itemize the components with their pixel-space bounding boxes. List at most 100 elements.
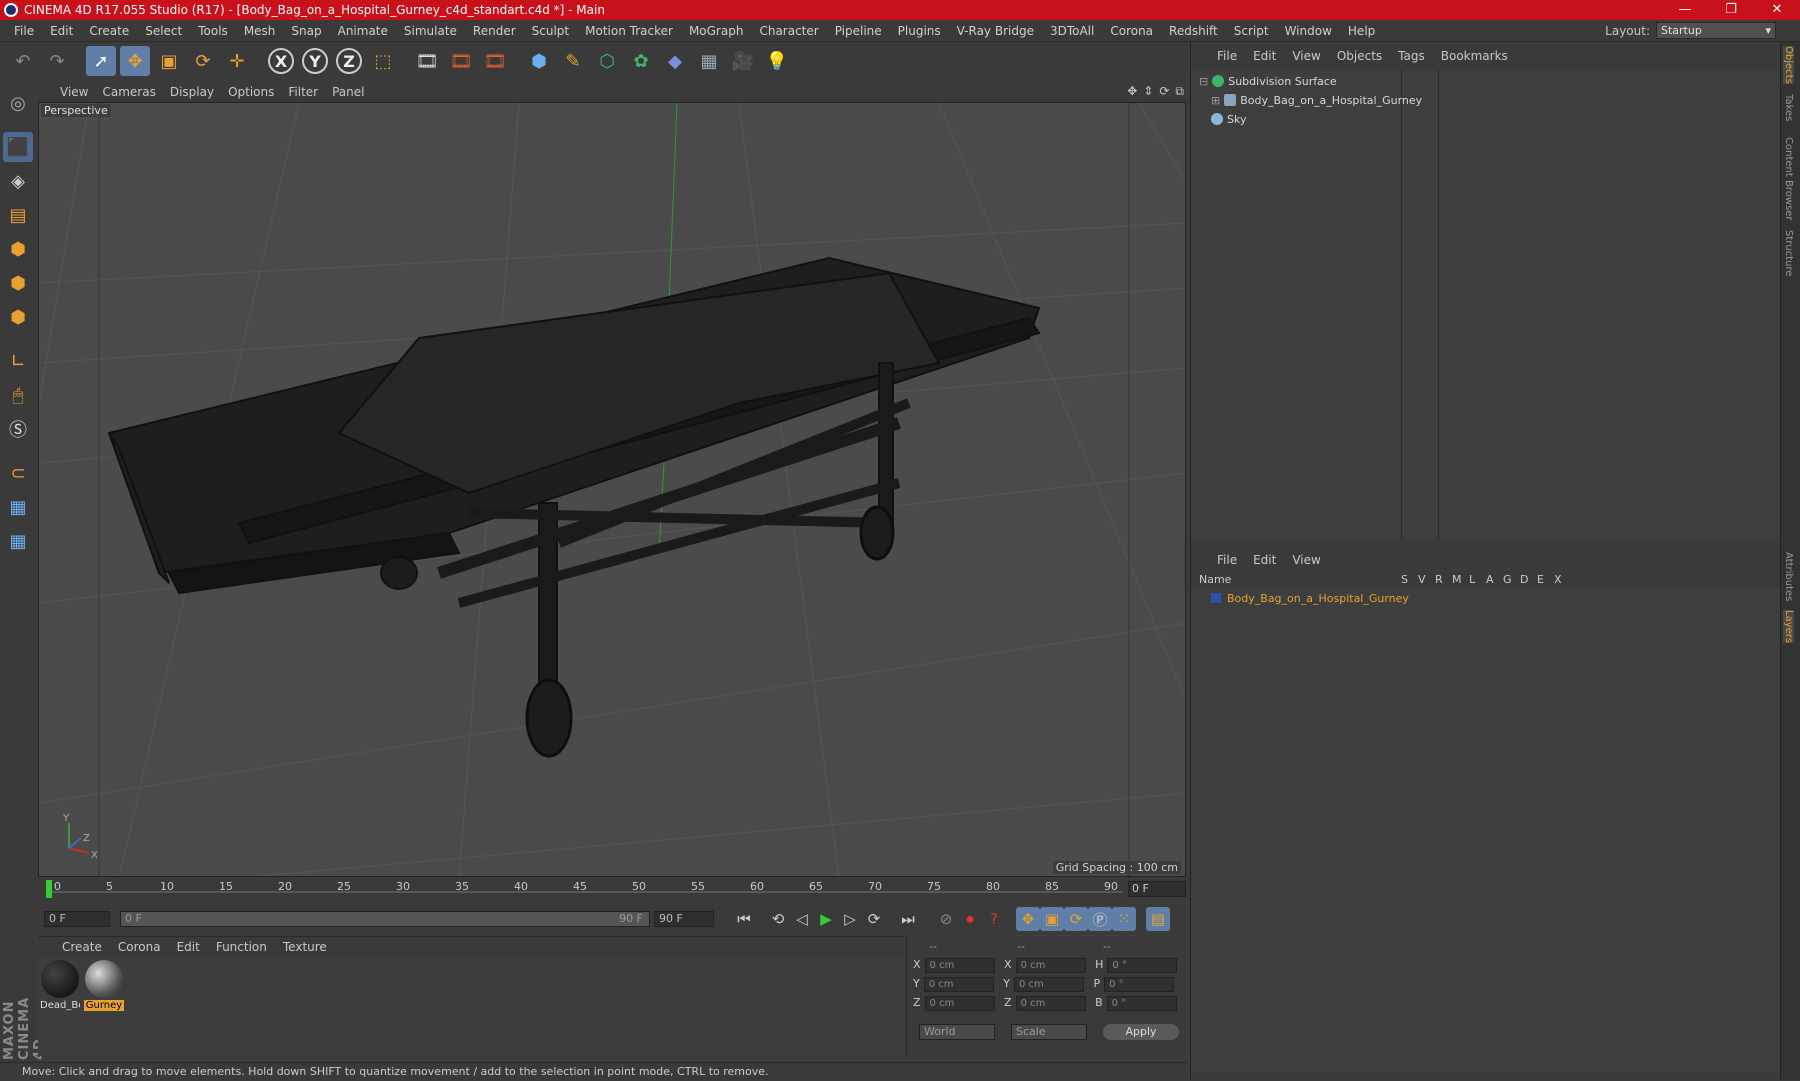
- position-y-field[interactable]: 0 cm: [923, 977, 994, 992]
- collapse-icon[interactable]: ⊟: [1199, 75, 1208, 88]
- x-axis-lock-icon[interactable]: X: [268, 48, 294, 74]
- objects-menu-bookmarks[interactable]: Bookmarks: [1441, 49, 1508, 63]
- objects-menu-edit[interactable]: Edit: [1253, 49, 1276, 63]
- tab-layers[interactable]: Layers: [1783, 610, 1794, 644]
- objects-menu-tags[interactable]: Tags: [1398, 49, 1425, 63]
- redo-icon[interactable]: ↷: [42, 46, 72, 76]
- key-rotation-icon[interactable]: ⟳: [1064, 907, 1088, 931]
- object-row[interactable]: Sky: [1211, 110, 1246, 128]
- menu-motion-tracker[interactable]: Motion Tracker: [577, 24, 681, 38]
- live-selection-icon[interactable]: ✛: [222, 46, 252, 76]
- menu-select[interactable]: Select: [137, 24, 190, 38]
- menu-character[interactable]: Character: [751, 24, 826, 38]
- position-z-field[interactable]: 0 cm: [924, 996, 995, 1011]
- record-keys-icon[interactable]: ⊘: [934, 907, 958, 931]
- start-frame-field[interactable]: 0 F: [44, 911, 110, 927]
- menu-edit[interactable]: Edit: [42, 24, 81, 38]
- polygons-mode-icon[interactable]: ⬢: [3, 302, 33, 332]
- viewport-menu-display[interactable]: Display: [170, 85, 214, 99]
- layers-menu-view[interactable]: View: [1292, 553, 1320, 567]
- timeline-playhead[interactable]: [46, 880, 52, 898]
- tweak-mode-icon[interactable]: 🖱: [3, 380, 33, 410]
- material-swatch[interactable]: Dead_Bo: [40, 960, 80, 1011]
- expand-icon[interactable]: ⊞: [1211, 94, 1220, 107]
- coordinate-system-icon[interactable]: ⬚: [368, 46, 398, 76]
- menu-mograph[interactable]: MoGraph: [681, 24, 752, 38]
- make-editable-icon[interactable]: ◎: [3, 88, 33, 118]
- next-key-icon[interactable]: ⟳: [862, 907, 886, 931]
- tab-content-browser[interactable]: Content Browser: [1783, 137, 1794, 220]
- edges-mode-icon[interactable]: ⬢: [3, 268, 33, 298]
- menu-vray-bridge[interactable]: V-Ray Bridge: [949, 24, 1042, 38]
- cube-primitive-icon[interactable]: ⬢: [524, 46, 554, 76]
- minimize-button[interactable]: —: [1662, 0, 1708, 20]
- layer-row[interactable]: Body_Bag_on_a_Hospital_Gurney: [1199, 590, 1409, 606]
- key-position-icon[interactable]: ✥: [1016, 907, 1040, 931]
- key-pla-icon[interactable]: ⁙: [1112, 907, 1136, 931]
- pan-icon[interactable]: ✥: [1127, 84, 1137, 99]
- menu-create[interactable]: Create: [81, 24, 137, 38]
- rotate-tool-icon[interactable]: ⟳: [188, 46, 218, 76]
- keyframe-selection-icon[interactable]: ?: [982, 907, 1006, 931]
- position-x-field[interactable]: 0 cm: [924, 958, 995, 973]
- menu-render[interactable]: Render: [465, 24, 524, 38]
- layers-menu-file[interactable]: File: [1217, 553, 1237, 567]
- menu-simulate[interactable]: Simulate: [396, 24, 465, 38]
- previous-key-icon[interactable]: ⟲: [766, 907, 790, 931]
- viewport-menu-filter[interactable]: Filter: [288, 85, 318, 99]
- coordinate-mode-dropdown[interactable]: World: [919, 1024, 995, 1040]
- model-mode-icon[interactable]: ⬛: [3, 132, 33, 162]
- viewport-menu-view[interactable]: View: [60, 85, 88, 99]
- tab-objects[interactable]: Objects: [1783, 46, 1794, 84]
- end-frame-field[interactable]: 90 F: [654, 911, 714, 927]
- menu-mesh[interactable]: Mesh: [236, 24, 284, 38]
- size-z-field[interactable]: 0 cm: [1015, 996, 1086, 1011]
- rotation-h-field[interactable]: 0 °: [1107, 958, 1178, 973]
- menu-script[interactable]: Script: [1226, 24, 1277, 38]
- layout-dropdown[interactable]: Startup: [1656, 22, 1776, 39]
- grid-snap-icon[interactable]: ▦: [3, 526, 33, 556]
- undo-icon[interactable]: ↶: [8, 46, 38, 76]
- axis-mode-icon[interactable]: ∟: [3, 346, 33, 376]
- size-x-field[interactable]: 0 cm: [1015, 958, 1086, 973]
- preview-range-slider[interactable]: 0 F 90 F: [120, 911, 650, 927]
- light-icon[interactable]: 💡: [762, 46, 792, 76]
- select-pointer-icon[interactable]: ➚: [86, 46, 116, 76]
- perspective-viewport[interactable]: Y Z X Perspective Grid Spacing : 100 cm: [38, 102, 1186, 877]
- material-swatch[interactable]: Gurney: [84, 960, 124, 1011]
- objects-menu-file[interactable]: File: [1217, 49, 1237, 63]
- menu-snap[interactable]: Snap: [283, 24, 329, 38]
- objects-menu-view[interactable]: View: [1292, 49, 1320, 63]
- menu-redshift[interactable]: Redshift: [1161, 24, 1226, 38]
- play-forward-icon[interactable]: ▶: [814, 907, 838, 931]
- viewport-menu-options[interactable]: Options: [228, 85, 274, 99]
- viewport-menu-panel[interactable]: Panel: [332, 85, 364, 99]
- layers-menu-edit[interactable]: Edit: [1253, 553, 1276, 567]
- deformer-icon[interactable]: ◆: [660, 46, 690, 76]
- next-frame-icon[interactable]: ▷: [838, 907, 862, 931]
- material-menu-texture[interactable]: Texture: [283, 940, 327, 954]
- snap-magnet-icon[interactable]: ⊂: [3, 458, 33, 488]
- previous-frame-icon[interactable]: ◁: [790, 907, 814, 931]
- rotation-b-field[interactable]: 0 °: [1106, 996, 1177, 1011]
- pen-spline-icon[interactable]: ✎: [558, 46, 588, 76]
- menu-window[interactable]: Window: [1277, 24, 1340, 38]
- tab-structure[interactable]: Structure: [1783, 230, 1794, 277]
- orbit-icon[interactable]: ⟳: [1159, 84, 1169, 99]
- material-menu-corona[interactable]: Corona: [118, 940, 161, 954]
- y-axis-lock-icon[interactable]: Y: [302, 48, 328, 74]
- menu-file[interactable]: File: [6, 24, 42, 38]
- object-row[interactable]: ⊟ Subdivision Surface: [1199, 72, 1337, 90]
- maximize-button[interactable]: ❐: [1708, 0, 1754, 20]
- mograph-cloner-icon[interactable]: ✿: [626, 46, 656, 76]
- key-scale-icon[interactable]: ▣: [1040, 907, 1064, 931]
- goto-start-icon[interactable]: ⏮: [732, 907, 756, 931]
- timeline-ruler[interactable]: 0 5 10 15 20 25 30 35 40 45 50 55 60 65 …: [38, 878, 1188, 902]
- current-frame-field[interactable]: 0 F: [1128, 881, 1186, 897]
- subdivision-generator-icon[interactable]: ⬡: [592, 46, 622, 76]
- layer-color-swatch[interactable]: [1211, 593, 1221, 603]
- move-tool-icon[interactable]: ✥: [120, 46, 150, 76]
- floor-scene-icon[interactable]: ▦: [694, 46, 724, 76]
- rotation-p-field[interactable]: 0 °: [1104, 977, 1175, 992]
- menu-3dtoall[interactable]: 3DToAll: [1042, 24, 1102, 38]
